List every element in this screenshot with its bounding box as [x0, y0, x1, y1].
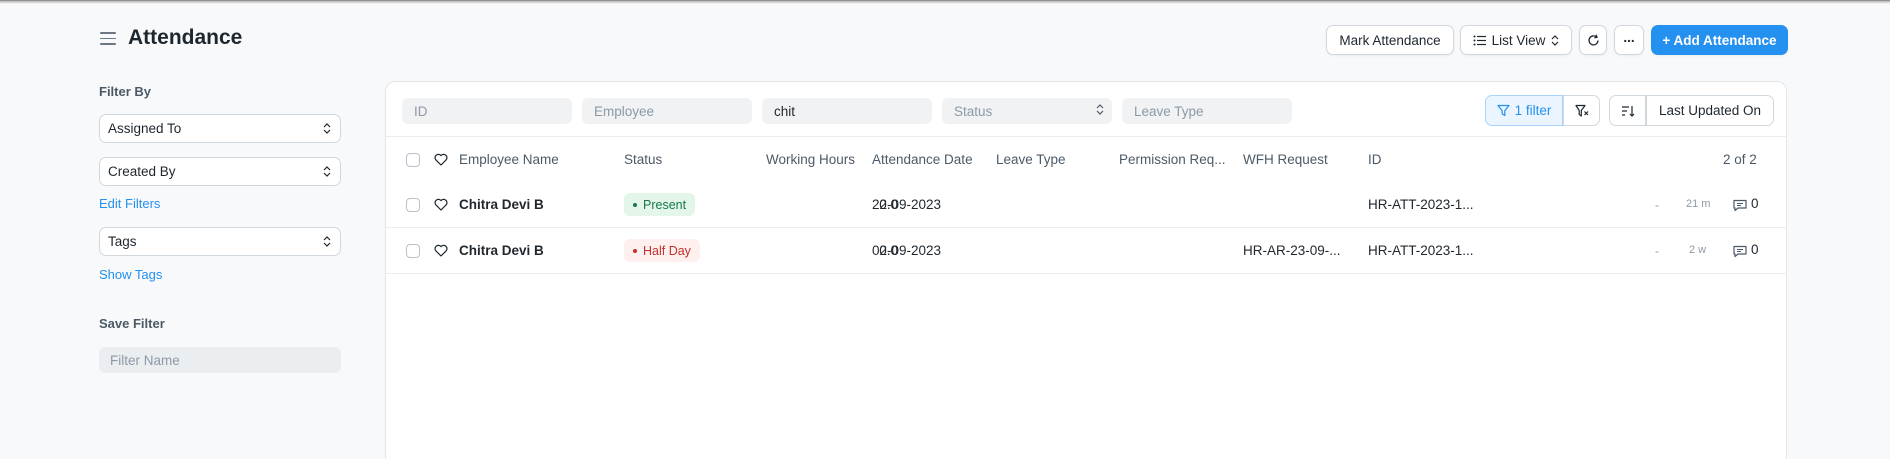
table-row[interactable]: Chitra Devi B Half Day 0.0 02-09-2023 HR… [386, 228, 1786, 274]
comment-count: 0 [1751, 196, 1759, 211]
assigned-to-dropdown[interactable]: Assigned To [99, 114, 341, 143]
leave-type-filter-input[interactable]: Leave Type [1122, 98, 1292, 124]
created-by-label: Created By [108, 164, 176, 179]
status-badge: Present [624, 193, 696, 216]
filter-icon [1497, 104, 1510, 117]
edit-filters-link[interactable]: Edit Filters [99, 196, 160, 211]
comment-count: 0 [1751, 242, 1759, 257]
heart-icon[interactable] [434, 198, 448, 211]
active-filters-button[interactable]: 1 filter [1485, 95, 1563, 126]
status-dot-icon [633, 248, 637, 253]
id-cell: HR-ATT-2023-1... [1368, 197, 1474, 212]
list-card: ID Employee chit Status Leave Type 1 fil… [385, 81, 1787, 459]
assigned-to-cell: - [1655, 244, 1659, 258]
sort-by-label: Last Updated On [1658, 103, 1762, 118]
tags-dropdown[interactable]: Tags [99, 227, 341, 256]
list-view-button[interactable]: List View [1460, 25, 1572, 55]
select-caret-icon [323, 123, 331, 134]
save-filter-heading: Save Filter [99, 316, 165, 331]
heart-icon[interactable] [434, 244, 448, 257]
show-tags-link[interactable]: Show Tags [99, 267, 162, 282]
filter-name-input[interactable]: Filter Name [99, 347, 341, 373]
id-filter-input[interactable]: ID [402, 98, 572, 124]
page-header: Attendance Mark Attendance List View ...… [0, 0, 1890, 80]
status-badge-label: Half Day [643, 243, 691, 258]
select-all-checkbox[interactable] [406, 153, 420, 167]
list-icon [1473, 35, 1486, 45]
mark-attendance-button[interactable]: Mark Attendance [1326, 25, 1454, 55]
leave-type-filter-placeholder: Leave Type [1134, 103, 1204, 119]
attendance-date-cell: 22-09-2023 [872, 197, 942, 212]
column-working-hours: Working Hours [766, 152, 856, 167]
assigned-to-cell: - [1655, 198, 1659, 212]
select-caret-icon [1096, 104, 1104, 115]
tags-label: Tags [108, 234, 137, 249]
id-cell: HR-ATT-2023-1... [1368, 243, 1474, 258]
clear-filters-button[interactable] [1563, 95, 1600, 126]
status-badge-label: Present [643, 197, 687, 212]
employee-name-filter-input[interactable]: chit [762, 98, 932, 124]
assigned-to-label: Assigned To [108, 121, 182, 136]
refresh-icon [1587, 34, 1599, 45]
select-caret-icon [1551, 34, 1559, 46]
column-id: ID [1368, 152, 1382, 167]
page-title: Attendance [128, 26, 243, 49]
filter-clear-icon [1574, 104, 1588, 117]
wfh-request-cell: HR-AR-23-09-... [1243, 243, 1341, 258]
list-view-label: List View [1491, 32, 1546, 48]
active-filters-label: 1 filter [1514, 103, 1552, 118]
modified-time: 2 w [1689, 244, 1707, 256]
column-leave-type: Leave Type [996, 152, 1066, 167]
more-icon: ... [1623, 29, 1635, 45]
employee-name-link[interactable]: Chitra Devi B [459, 243, 544, 258]
employee-filter-input[interactable]: Employee [582, 98, 752, 124]
mark-attendance-label: Mark Attendance [1339, 32, 1441, 48]
column-attendance-date: Attendance Date [872, 152, 973, 167]
employee-filter-placeholder: Employee [594, 103, 655, 119]
modified-time: 21 m [1686, 198, 1711, 210]
status-filter-placeholder: Status [954, 103, 993, 119]
column-permission-request: Permission Req... [1119, 152, 1226, 167]
comment-icon[interactable] [1733, 199, 1747, 212]
status-badge: Half Day [624, 239, 700, 262]
column-employee-name: Employee Name [459, 152, 559, 167]
list-count: 2 of 2 [1723, 152, 1757, 167]
filter-name-placeholder: Filter Name [110, 352, 180, 368]
sidebar-toggle-icon[interactable] [100, 32, 116, 46]
list-header: Employee Name Status Working Hours Atten… [386, 136, 1786, 181]
column-wfh-request: WFH Request [1243, 152, 1328, 167]
column-status: Status [624, 152, 663, 167]
filter-by-heading: Filter By [99, 84, 152, 99]
select-caret-icon [323, 236, 331, 247]
select-caret-icon [323, 166, 331, 177]
add-attendance-label: + Add Attendance [1662, 32, 1777, 48]
comment-icon[interactable] [1733, 245, 1747, 258]
refresh-button[interactable] [1579, 25, 1607, 55]
more-actions-button[interactable]: ... [1614, 25, 1644, 55]
sort-order-button[interactable] [1609, 95, 1646, 126]
status-filter-select[interactable]: Status [942, 98, 1112, 124]
row-checkbox[interactable] [406, 198, 420, 212]
employee-name-link[interactable]: Chitra Devi B [459, 197, 544, 212]
row-checkbox[interactable] [406, 244, 420, 258]
sort-icon [1621, 105, 1634, 117]
created-by-dropdown[interactable]: Created By [99, 157, 341, 186]
status-dot-icon [633, 202, 637, 207]
attendance-date-cell: 02-09-2023 [872, 243, 942, 258]
heart-icon[interactable] [434, 153, 448, 166]
employee-name-filter-value: chit [774, 103, 796, 119]
table-row[interactable]: Chitra Devi B Present 0.0 22-09-2023 HR-… [386, 182, 1786, 228]
sort-by-button[interactable]: Last Updated On [1646, 95, 1774, 126]
id-filter-placeholder: ID [414, 103, 428, 119]
add-attendance-button[interactable]: + Add Attendance [1651, 25, 1788, 55]
